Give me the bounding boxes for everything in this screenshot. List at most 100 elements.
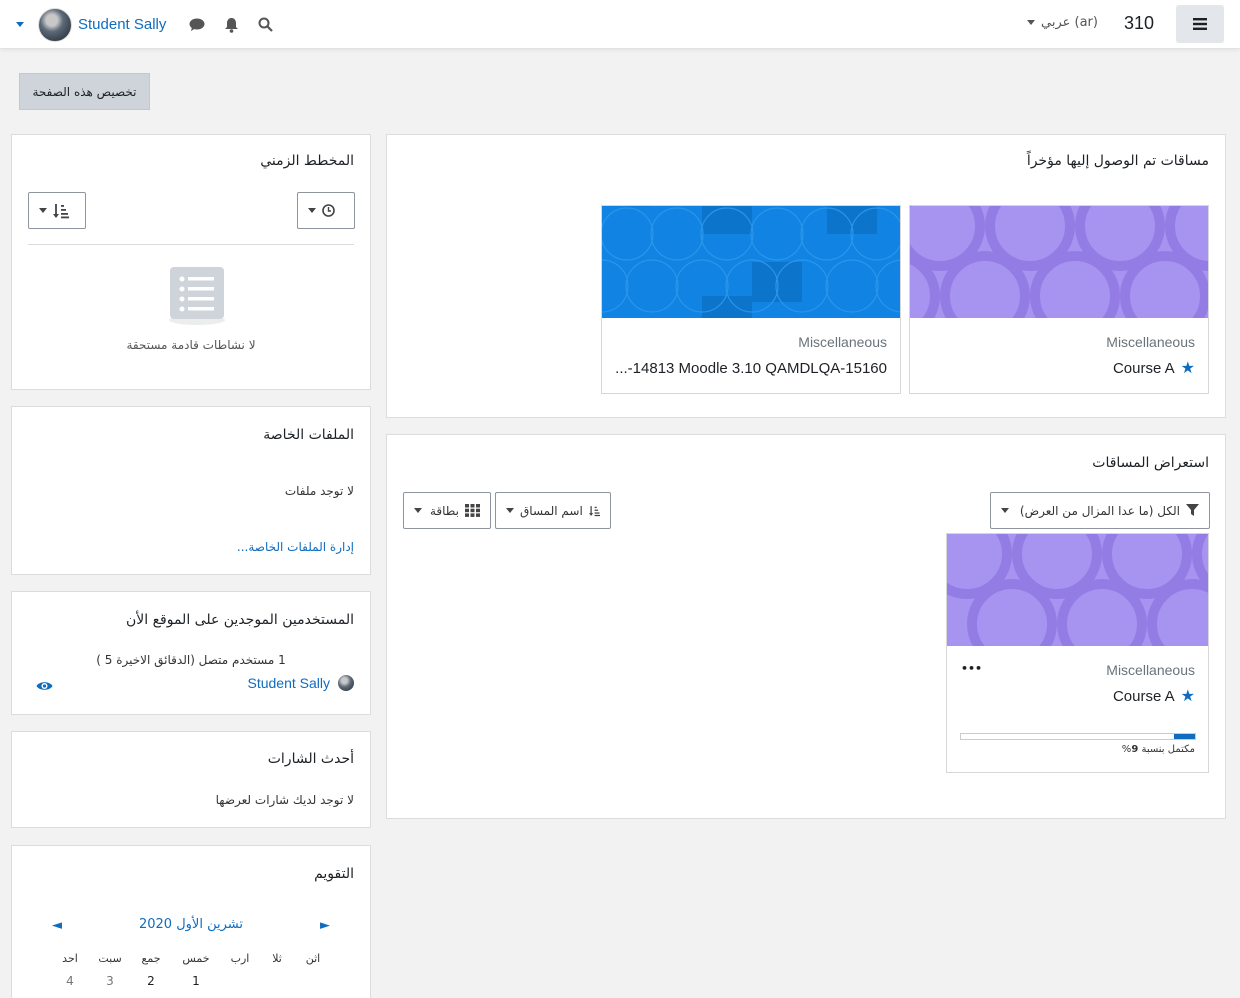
filter-dropdown[interactable]: الكل (ما عدا المزال من العرض) [990, 492, 1210, 529]
view-dropdown[interactable]: بطاقة [403, 492, 491, 529]
course-pattern-image [910, 206, 1208, 318]
eye-icon[interactable] [36, 680, 53, 692]
course-category: Miscellaneous [1106, 334, 1195, 350]
progress-bar [960, 733, 1196, 740]
badges-block: أحدث الشارات لا توجد لديك شارات لعرضها [11, 731, 371, 828]
course-category: Miscellaneous [1106, 662, 1195, 678]
divider [28, 244, 354, 245]
hamburger-icon [1193, 18, 1207, 30]
search-icon[interactable] [256, 16, 274, 34]
calendar-date[interactable]: 4 [55, 974, 85, 988]
clock-icon [322, 204, 335, 217]
block-title: المستخدمين الموجدين على الموقع الأن [125, 612, 354, 628]
online-users-block: المستخدمين الموجدين على الموقع الأن 1 مس… [11, 591, 371, 715]
manage-files-link[interactable]: إدارة الملفات الخاصة... [237, 540, 354, 554]
caret-down-icon [39, 208, 47, 213]
customise-page-button[interactable]: تخصيص هذه الصفحة [19, 73, 150, 110]
filter-label: الكل (ما عدا المزال من العرض) [1019, 503, 1180, 518]
badges-empty-text: لا توجد لديك شارات لعرضها [215, 793, 354, 807]
caret-down-icon [506, 508, 514, 513]
notifications-icon[interactable] [222, 16, 240, 34]
course-pattern-image [602, 206, 900, 318]
block-title: التقويم [314, 866, 354, 882]
course-name-link[interactable]: Course A ★ [1113, 688, 1195, 705]
calendar-next-button[interactable]: ► [320, 918, 330, 933]
course-card-course-a[interactable]: Miscellaneous ••• Course A ★ مكتمل بنسبة… [946, 533, 1209, 773]
course-image[interactable] [947, 534, 1208, 646]
course-card-course-a[interactable]: Miscellaneous Course A ★ [909, 205, 1209, 394]
calendar-date[interactable]: 2 [136, 974, 166, 988]
calendar-weekday: ارب [230, 952, 250, 965]
block-title: أحدث الشارات [267, 751, 354, 767]
star-icon: ★ [1180, 359, 1195, 377]
progress-prefix: مكتمل بنسبة [1141, 744, 1195, 755]
course-name[interactable]: Course A [1113, 688, 1175, 705]
recent-courses-block: مساقات تم الوصول إليها مؤخراً Miscellane… [386, 134, 1226, 418]
sort-dropdown[interactable]: اسم المساق [495, 492, 611, 529]
navbar-left: Student Sally [16, 0, 274, 49]
navbar-icons [188, 16, 274, 34]
user-name[interactable]: Student Sally [78, 16, 166, 33]
timeline-day-filter[interactable] [297, 192, 355, 229]
avatar[interactable] [38, 7, 72, 42]
caret-down-icon [414, 508, 422, 513]
sort-icon [588, 505, 600, 516]
avatar [338, 675, 354, 691]
online-user-row: Student Sally [248, 675, 354, 691]
view-label: بطاقة [429, 503, 459, 518]
progress-value: 9 [1131, 744, 1139, 755]
more-actions-button[interactable]: ••• [961, 662, 982, 675]
calendar-weekday: ثلا [272, 952, 282, 965]
calendar-date[interactable]: 1 [181, 974, 211, 988]
language-caret-icon [1027, 20, 1035, 25]
top-navbar: Student Sally عربي (ar) 310 [0, 0, 1240, 49]
course-name[interactable]: Course A [1113, 360, 1175, 377]
timeline-block: المخطط الزمني لا نشاطات قادمة مستحقة [11, 134, 371, 390]
sort-icon [53, 203, 69, 218]
filter-icon [1186, 504, 1199, 516]
course-name-link[interactable]: Course A ★ [1113, 360, 1195, 377]
star-icon: ★ [1180, 687, 1195, 705]
course-card-moodle[interactable]: Miscellaneous ...-14813 Moodle 3.10 QAMD… [601, 205, 901, 394]
private-files-block: الملفات الخاصة لا توجد ملفات إدارة الملف… [11, 406, 371, 575]
progress-suffix: % [1121, 744, 1132, 755]
user-menu-caret-icon[interactable] [16, 22, 24, 27]
caret-down-icon [1001, 508, 1009, 513]
calendar-month[interactable]: تشرين الأول 2020 [12, 917, 370, 932]
online-user-link[interactable]: Student Sally [248, 675, 331, 691]
course-category: Miscellaneous [798, 334, 887, 350]
timeline-sort[interactable] [28, 192, 86, 229]
calendar-date[interactable]: 3 [95, 974, 125, 988]
course-name[interactable]: ...-14813 Moodle 3.10 QAMDLQA-15160 [615, 360, 887, 377]
calendar-weekday: اثن [305, 952, 321, 965]
calendar-weekday: سبت [98, 952, 122, 965]
course-name-link[interactable]: ...-14813 Moodle 3.10 QAMDLQA-15160 [615, 360, 887, 377]
language-menu[interactable]: عربي (ar) [1027, 15, 1098, 30]
block-title: الملفات الخاصة [263, 427, 354, 443]
course-overview-block: استعراض المساقات الكل (ما عدا المزال من … [386, 434, 1226, 819]
user-menu[interactable]: Student Sally [38, 7, 166, 42]
calendar-weekday: خمس [182, 952, 210, 965]
counter: 310 [1124, 13, 1155, 33]
drawer-toggle-button[interactable] [1176, 5, 1224, 43]
messages-icon[interactable] [188, 16, 206, 34]
online-summary: 1 مستخدم متصل (الدقائق الاخيرة 5 ) [96, 653, 286, 667]
files-empty-text: لا توجد ملفات [284, 484, 354, 498]
progress-fill [1173, 734, 1195, 739]
calendar-block: التقويم ◄ تشرين الأول 2020 ► اثن ثلا ارب… [11, 845, 371, 998]
caret-down-icon [308, 208, 316, 213]
calendar-weekday: جمع [141, 952, 161, 965]
empty-activities-icon [169, 267, 225, 325]
block-title: المخطط الزمني [260, 153, 354, 169]
sort-label: اسم المساق [520, 503, 583, 518]
language-label: عربي (ar) [1041, 15, 1098, 30]
timeline-empty-text: لا نشاطات قادمة مستحقة [126, 338, 256, 352]
course-image[interactable] [910, 206, 1208, 318]
calendar-weekday: احد [62, 952, 78, 965]
course-pattern-image [947, 534, 1208, 646]
block-title: مساقات تم الوصول إليها مؤخراً [1026, 153, 1209, 169]
course-image[interactable] [602, 206, 900, 318]
block-title: استعراض المساقات [1092, 455, 1209, 471]
progress-text: مكتمل بنسبة 9% [1122, 744, 1195, 755]
grid-icon [465, 504, 480, 517]
